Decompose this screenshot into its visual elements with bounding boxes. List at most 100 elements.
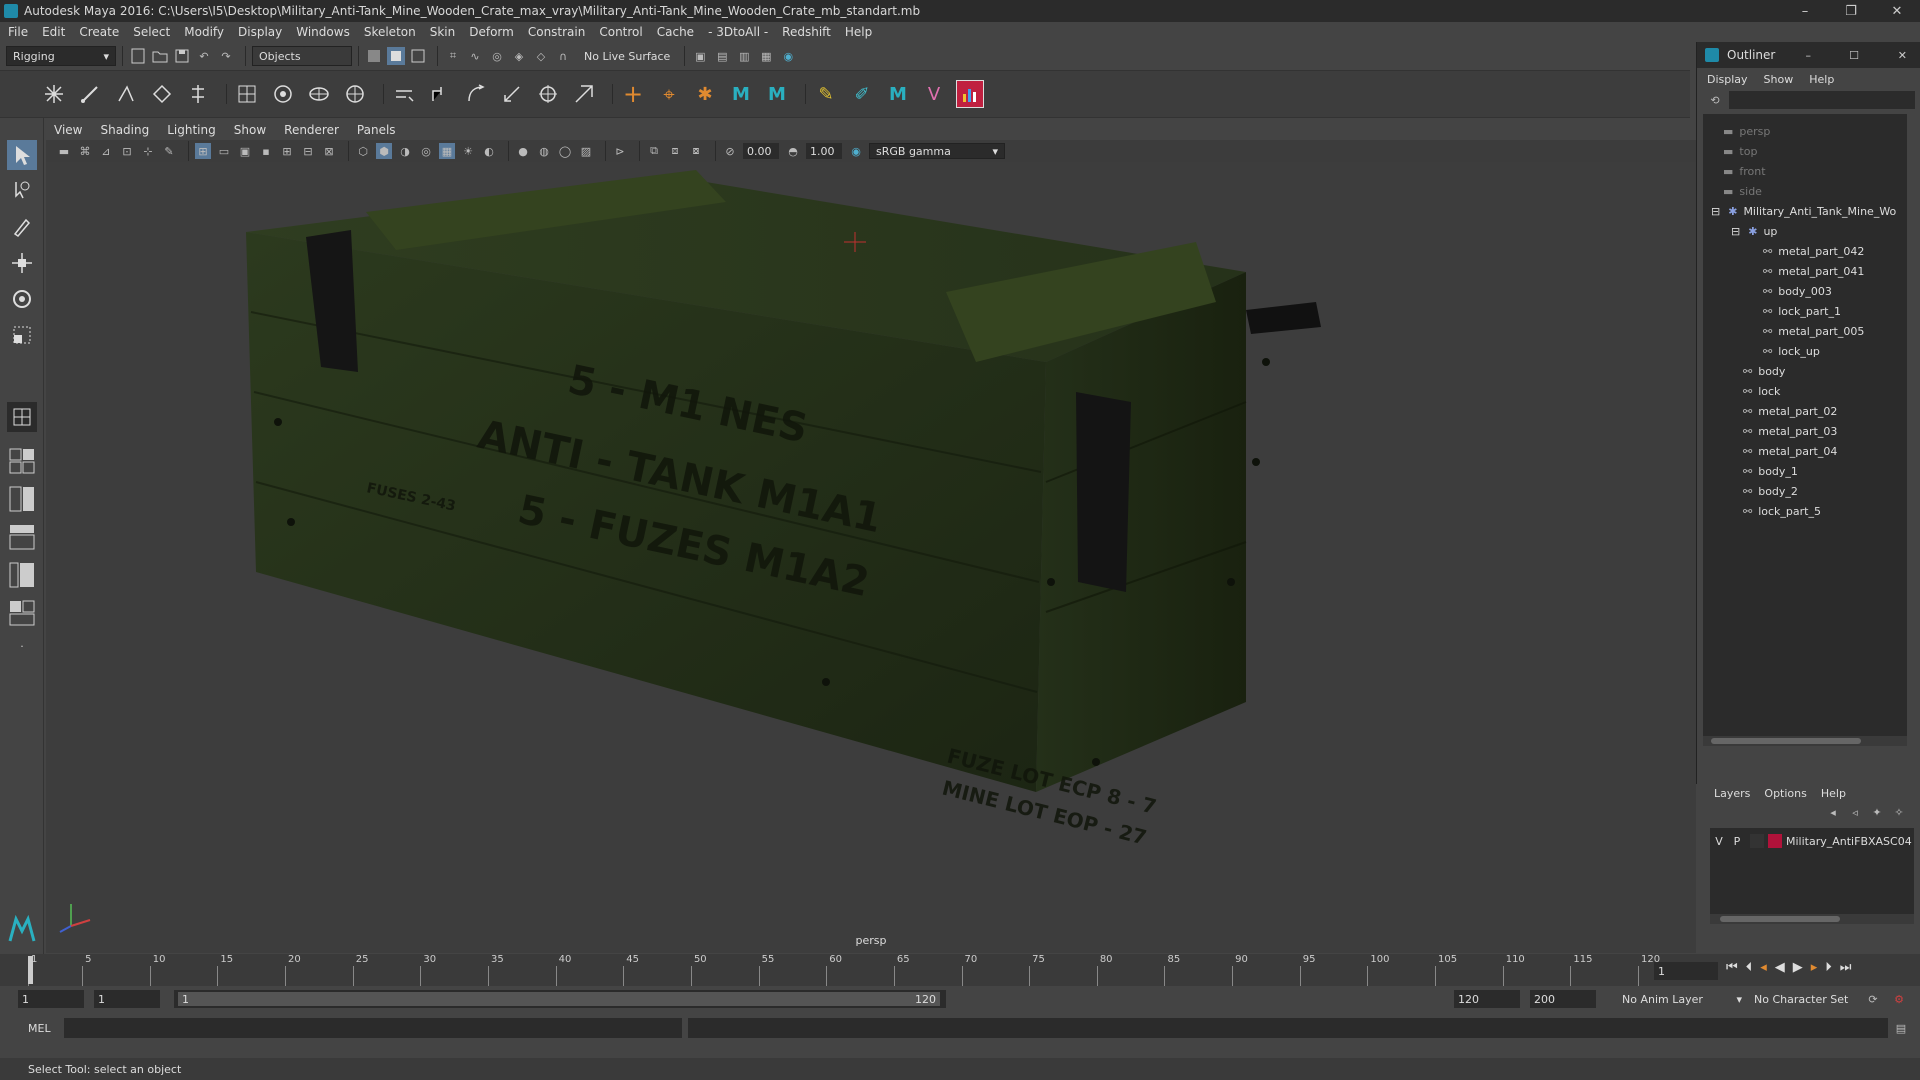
outliner-item[interactable]: ⚯ metal_part_03 <box>1743 422 1837 440</box>
gamma-icon[interactable]: ◓ <box>785 143 801 159</box>
menu-file[interactable]: File <box>8 25 28 39</box>
menu-control[interactable]: Control <box>599 25 642 39</box>
menu-help[interactable]: Help <box>845 25 872 39</box>
outliner-refresh-icon[interactable]: ⟲ <box>1707 92 1723 108</box>
auto-key-icon[interactable]: ⟳ <box>1864 990 1882 1008</box>
script-editor-icon[interactable]: ▤ <box>1892 1019 1910 1037</box>
new-scene-icon[interactable] <box>129 47 147 65</box>
animation-end-field[interactable]: 200 <box>1530 990 1596 1008</box>
play-forward-icon[interactable]: ▶ <box>1793 960 1803 975</box>
script-blue-icon[interactable]: ✐ <box>848 80 876 108</box>
screen-space-ao-icon[interactable]: ● <box>515 143 531 159</box>
step-forward-key-icon[interactable]: ⏵ <box>1825 960 1832 975</box>
cluster-icon[interactable]: ⌖ <box>655 80 683 108</box>
outliner-horizontal-scrollbar[interactable] <box>1703 736 1907 746</box>
step-forward-frame-icon[interactable]: ▸ <box>1811 960 1818 975</box>
outliner-item[interactable]: ⚯ metal_part_04 <box>1743 442 1837 460</box>
layer-type-toggle[interactable] <box>1750 834 1764 848</box>
joint-tool-icon[interactable] <box>40 80 68 108</box>
maya-m-icon[interactable]: M <box>727 80 755 108</box>
command-input[interactable] <box>64 1018 682 1038</box>
outliner-item[interactable]: ⚯ body <box>1743 362 1785 380</box>
layers-horizontal-scrollbar[interactable] <box>1710 914 1914 924</box>
xray-active-icon[interactable]: ⧈ <box>667 143 683 159</box>
snap-magnet-icon[interactable]: ∩ <box>554 47 572 65</box>
menu-select[interactable]: Select <box>133 25 170 39</box>
orient-joint-icon[interactable] <box>184 80 212 108</box>
paint-select-tool-icon[interactable] <box>7 212 37 242</box>
layer-row[interactable]: V P Military_AntiFBXASC04 <box>1710 832 1914 850</box>
menu-skeleton[interactable]: Skeleton <box>364 25 416 39</box>
play-backward-icon[interactable]: ◀ <box>1775 960 1785 975</box>
restore-button[interactable]: ❐ <box>1828 0 1874 22</box>
use-all-lights-icon[interactable]: ☀ <box>460 143 476 159</box>
safe-title-icon[interactable]: ⊠ <box>321 143 337 159</box>
aim-constraint-icon[interactable] <box>534 80 562 108</box>
wireframe-on-shaded-icon[interactable]: ◑ <box>397 143 413 159</box>
point-constraint-icon[interactable] <box>426 80 454 108</box>
snap-view-icon[interactable]: ◈ <box>510 47 528 65</box>
menu-edit[interactable]: Edit <box>42 25 65 39</box>
maya-m-teal-icon[interactable]: M <box>884 80 912 108</box>
rotate-tool-icon[interactable] <box>7 284 37 314</box>
outliner-persp-layout-icon[interactable] <box>7 522 37 552</box>
smooth-bind-icon[interactable] <box>269 80 297 108</box>
outliner-item[interactable]: ▬ front <box>1723 162 1766 180</box>
mirror-joint-icon[interactable] <box>148 80 176 108</box>
menu-display[interactable]: Display <box>238 25 282 39</box>
render-view-icon[interactable]: ▤ <box>713 47 731 65</box>
viewport-persp[interactable]: 5 - M1 NES ANTI - TANK M1A1 5 - FUZES M1… <box>46 162 1696 953</box>
layer-move-up-icon[interactable]: ◂ <box>1822 806 1844 819</box>
panel-menu-renderer[interactable]: Renderer <box>284 123 339 137</box>
layers-menu-options[interactable]: Options <box>1764 787 1806 800</box>
layer-visibility-toggle[interactable]: V <box>1710 835 1728 848</box>
paint-weights-icon[interactable] <box>305 80 333 108</box>
step-back-key-icon[interactable]: ⏴ <box>1746 960 1753 975</box>
outliner-close-button[interactable]: ✕ <box>1898 49 1907 62</box>
outliner-item[interactable]: ⚯ body_1 <box>1743 462 1798 480</box>
outliner-item[interactable]: ⚯ lock_part_1 <box>1763 302 1841 320</box>
exposure-field[interactable]: 0.00 <box>743 143 779 159</box>
image-plane-icon[interactable]: ⊡ <box>119 143 135 159</box>
isolate-select-icon[interactable]: ⊳ <box>612 143 628 159</box>
snap-point-icon[interactable]: ◎ <box>488 47 506 65</box>
anim-layer-dropdown[interactable]: No Anim Layer ▾ <box>1622 990 1742 1008</box>
select-hierarchy-icon[interactable] <box>365 47 383 65</box>
resolution-gate-icon[interactable]: ▣ <box>237 143 253 159</box>
outliner-item[interactable]: ⚯ lock_part_5 <box>1743 502 1821 520</box>
2d-pan-zoom-icon[interactable]: ⊹ <box>140 143 156 159</box>
hypershade-layout-icon[interactable] <box>7 598 37 628</box>
live-surface-label[interactable]: No Live Surface <box>584 50 670 63</box>
panel-menu-show[interactable]: Show <box>234 123 266 137</box>
script-yellow-icon[interactable]: ✎ <box>812 80 840 108</box>
outliner-menu-show[interactable]: Show <box>1764 73 1794 86</box>
gate-mask-icon[interactable]: ▪ <box>258 143 274 159</box>
grease-pencil-icon[interactable]: ✎ <box>161 143 177 159</box>
outliner-item[interactable]: ▬ top <box>1723 142 1757 160</box>
playback-end-field[interactable]: 120 <box>1454 990 1520 1008</box>
outliner-item[interactable]: ⚯ metal_part_005 <box>1763 322 1864 340</box>
step-back-frame-icon[interactable]: ◂ <box>1760 960 1767 975</box>
two-pane-layout-icon[interactable] <box>7 484 37 514</box>
outliner-item[interactable]: ⚯ metal_part_041 <box>1763 262 1864 280</box>
redo-icon[interactable]: ↷ <box>217 47 235 65</box>
panel-menu-lighting[interactable]: Lighting <box>167 123 216 137</box>
move-tool-icon[interactable] <box>7 248 37 278</box>
select-component-icon[interactable] <box>409 47 427 65</box>
outliner-menu-display[interactable]: Display <box>1707 73 1748 86</box>
exposure-icon[interactable]: ⊘ <box>722 143 738 159</box>
time-slider[interactable]: 1 5 10 15 20 25 30 35 40 45 50 55 60 65 70 75 80 85 90 95 10… <box>0 954 1920 986</box>
wireframe-icon[interactable]: ⬡ <box>355 143 371 159</box>
close-button[interactable]: ✕ <box>1874 0 1920 22</box>
antialiasing-icon[interactable]: ◯ <box>557 143 573 159</box>
render-frame-icon[interactable]: ▣ <box>691 47 709 65</box>
lasso-tool-icon[interactable] <box>7 176 37 206</box>
outliner-item[interactable]: ⚯ metal_part_02 <box>1743 402 1837 420</box>
outliner-menu-help[interactable]: Help <box>1809 73 1834 86</box>
outliner-item[interactable]: ▬ side <box>1723 182 1762 200</box>
menu-3dtoall[interactable]: - 3DtoAll - <box>708 25 768 39</box>
outliner-item[interactable]: ⊟ ✱ Military_Anti_Tank_Mine_Wo <box>1711 202 1896 220</box>
animation-prefs-icon[interactable]: ⚙ <box>1890 990 1908 1008</box>
pole-vector-icon[interactable] <box>570 80 598 108</box>
outliner-item[interactable]: ⚯ lock <box>1743 382 1780 400</box>
